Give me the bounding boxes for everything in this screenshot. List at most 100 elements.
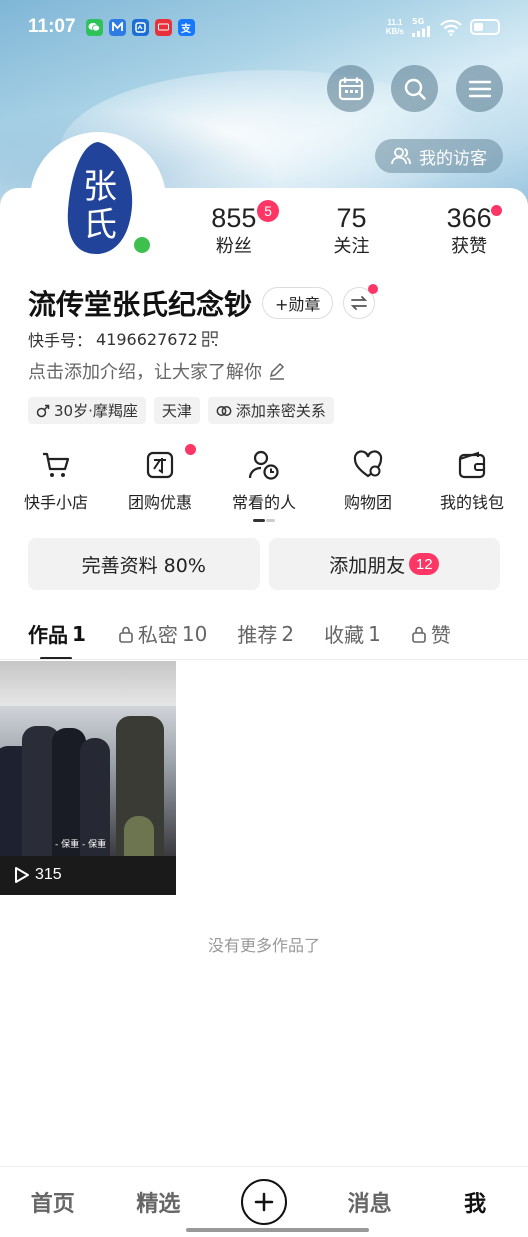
shortcut-wallet[interactable]: 我的钱包 xyxy=(422,448,522,513)
bio-placeholder: 点击添加介绍，让大家了解你 xyxy=(28,362,262,383)
thumbnail-scene xyxy=(0,706,176,856)
tab-private[interactable]: 私密 10 xyxy=(118,608,207,659)
status-time: 11:07 xyxy=(28,16,76,37)
profile-tags: 30岁·摩羯座 天津 添加亲密关系 xyxy=(28,397,334,424)
tab-liked-label: 赞 xyxy=(430,623,451,647)
add-friends-label: 添加朋友 xyxy=(329,554,406,577)
tab-works-label: 作品 xyxy=(28,623,68,647)
shortcut-group-buy-label: 团购优惠 xyxy=(127,493,192,512)
tab-favorites[interactable]: 收藏 1 xyxy=(324,608,381,659)
tag-age-zodiac-label: 30岁·摩羯座 xyxy=(54,402,138,420)
home-indicator-bar[interactable] xyxy=(186,1228,369,1232)
visitors-icon xyxy=(391,147,411,165)
profile-action-buttons: 完善资料 80% 添加朋友 12 xyxy=(28,538,500,590)
menu-button[interactable] xyxy=(456,65,503,112)
tab-recommended[interactable]: 推荐 2 xyxy=(237,608,295,659)
stat-followers[interactable]: 855 粉丝 5 xyxy=(175,200,293,258)
calendar-button[interactable] xyxy=(327,65,374,112)
active-tab-indicator xyxy=(40,656,72,659)
figure-5-trousers xyxy=(124,816,154,856)
shortcut-row: 快手小店 团购优惠 常看的人 购物团 我的钱包 xyxy=(0,444,528,513)
link-rings-icon xyxy=(216,405,232,416)
play-count: 315 xyxy=(14,866,62,884)
followers-label: 粉丝 xyxy=(215,236,252,257)
nav-me[interactable]: 我 xyxy=(422,1186,528,1218)
status-bar: 11:07 支 11.1 KB/s 5G xyxy=(0,0,528,54)
nav-home[interactable]: 首页 xyxy=(0,1186,106,1218)
app-m-icon xyxy=(108,18,126,36)
tag-add-relationship[interactable]: 添加亲密关系 xyxy=(207,397,334,424)
complete-profile-button[interactable]: 完善资料 80% xyxy=(28,538,260,590)
likes-label: 获赞 xyxy=(451,236,488,257)
kuaishou-id-label: 快手号： xyxy=(28,331,93,350)
add-medal-button[interactable]: +勋章 xyxy=(262,287,334,319)
male-icon xyxy=(36,404,50,417)
shortcut-shopping-group[interactable]: 购物团 xyxy=(318,448,418,513)
tab-recommended-count: 2 xyxy=(281,621,295,646)
shortcut-shop-label: 快手小店 xyxy=(23,493,88,512)
thumbnail-blur-top xyxy=(0,661,176,706)
search-button[interactable] xyxy=(391,65,438,112)
nav-messages[interactable]: 消息 xyxy=(317,1186,423,1218)
tab-favorites-label: 收藏 xyxy=(324,623,365,647)
cart-icon xyxy=(43,452,70,477)
shortcut-frequent-people-label: 常看的人 xyxy=(231,493,296,512)
qr-code-icon[interactable] xyxy=(202,331,218,347)
network-speed-unit: KB/s xyxy=(385,27,404,36)
search-icon xyxy=(404,78,426,100)
network-type: 5G xyxy=(412,17,425,26)
heart-group-icon xyxy=(353,450,383,478)
tag-city[interactable]: 天津 xyxy=(153,397,200,424)
user-name[interactable]: 流传堂张氏纪念钞 xyxy=(28,283,252,323)
group-buy-dot xyxy=(185,444,196,455)
thumbnail-caption: - 保重 - 保重 xyxy=(55,840,107,850)
tab-favorites-count: 1 xyxy=(368,621,381,646)
shortcut-wallet-label: 我的钱包 xyxy=(439,493,504,512)
avatar-text-2: 氏 xyxy=(83,205,117,245)
nav-featured[interactable]: 精选 xyxy=(106,1186,212,1218)
followers-new-badge: 5 xyxy=(257,200,279,222)
signal-bars-icon xyxy=(412,26,430,37)
kuaishou-id-row[interactable]: 快手号： 4196627672 xyxy=(28,327,218,351)
profile-stats: 855 粉丝 5 75 关注 366 获赞 xyxy=(175,200,528,258)
tab-liked[interactable]: 赞 xyxy=(411,608,451,659)
online-status-dot xyxy=(131,234,153,256)
play-count-value: 315 xyxy=(35,866,62,883)
my-visitors-label: 我的访客 xyxy=(419,148,487,169)
shortcut-shopping-group-label: 购物团 xyxy=(343,493,392,512)
work-video-thumbnail[interactable]: - 保重 - 保重 315 xyxy=(0,661,176,895)
wallet-icon xyxy=(458,451,486,479)
create-plus-button[interactable] xyxy=(240,1179,287,1225)
shortcut-shop[interactable]: 快手小店 xyxy=(6,448,106,513)
my-visitors-button[interactable]: 我的访客 xyxy=(375,139,503,173)
kuaishou-id-value: 4196627672 xyxy=(96,329,198,349)
calendar-icon xyxy=(338,77,363,100)
stat-following[interactable]: 75 关注 xyxy=(293,203,411,258)
switch-arrows-icon xyxy=(351,296,368,310)
network-speed-value: 11.1 xyxy=(387,18,403,27)
group-buy-icon xyxy=(146,451,174,479)
alipay-icon: 支 xyxy=(177,18,195,36)
tag-age-zodiac[interactable]: 30岁·摩羯座 xyxy=(28,397,146,424)
lock-icon xyxy=(119,626,133,643)
switch-account-button[interactable] xyxy=(343,284,379,319)
app-square-icon xyxy=(131,18,149,36)
shortcut-group-buy[interactable]: 团购优惠 xyxy=(110,444,210,513)
following-count: 75 xyxy=(336,203,367,233)
no-more-works-text: 没有更多作品了 xyxy=(207,936,320,955)
add-friends-button[interactable]: 添加朋友 12 xyxy=(268,538,500,590)
status-right: 11.1 KB/s 5G xyxy=(386,17,500,37)
nav-create[interactable] xyxy=(211,1179,317,1225)
tab-private-label: 私密 xyxy=(137,623,178,647)
bio-row[interactable]: 点击添加介绍，让大家了解你 xyxy=(28,358,286,384)
shortcut-frequent-people[interactable]: 常看的人 xyxy=(214,448,314,513)
bottom-navigation: 首页 精选 消息 我 xyxy=(0,1166,528,1237)
add-friends-badge: 12 xyxy=(409,553,440,575)
plus-icon xyxy=(254,1192,274,1212)
cell-signal: 5G xyxy=(412,17,432,37)
menu-icon xyxy=(468,80,491,97)
stat-likes[interactable]: 366 获赞 xyxy=(410,203,528,258)
tab-works[interactable]: 作品 1 xyxy=(28,608,86,659)
tab-works-count: 1 xyxy=(72,621,86,646)
wechat-icon xyxy=(85,18,103,36)
